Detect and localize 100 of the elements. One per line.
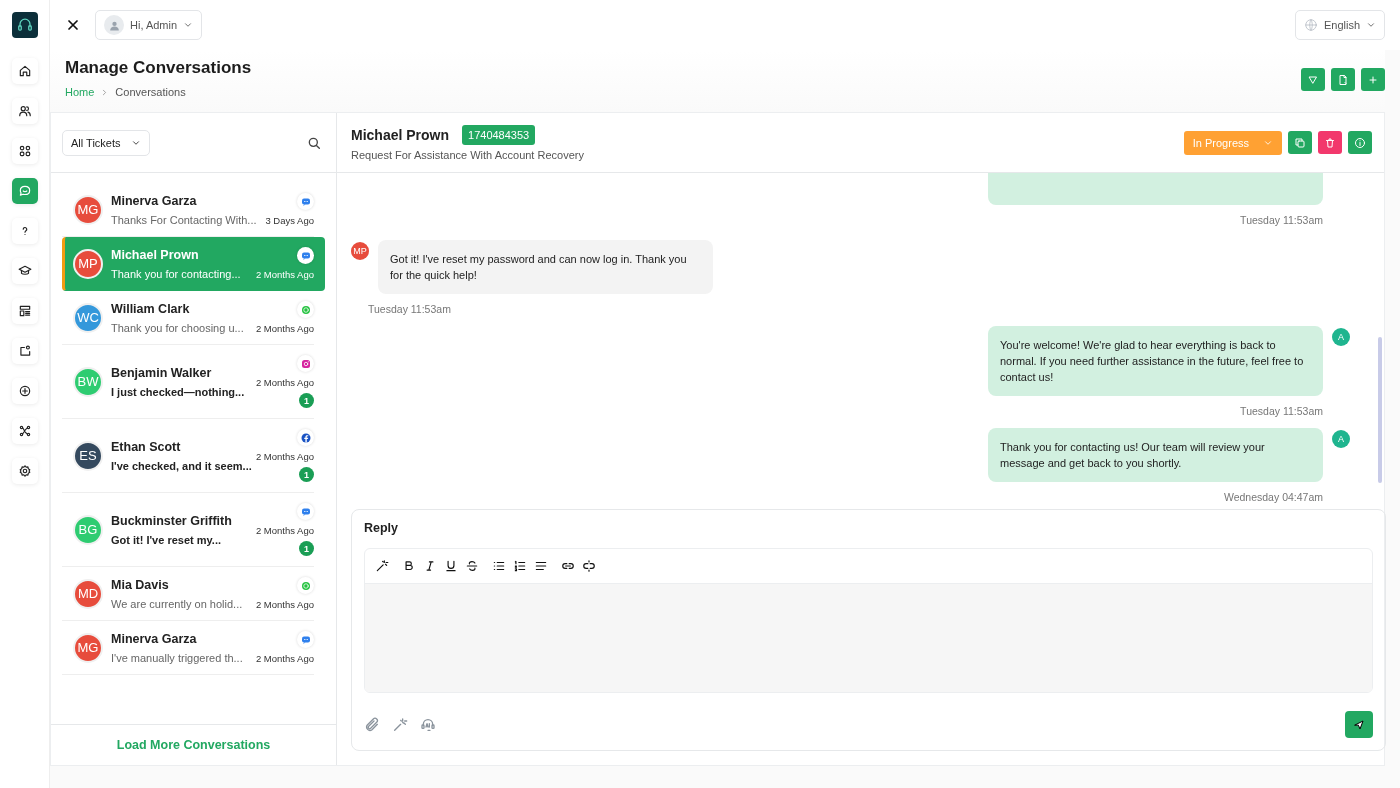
nav-graduation-cap-button[interactable]: [11, 258, 38, 284]
message-time: Tuesday 11:53am: [1240, 214, 1323, 226]
avatar: MP: [351, 242, 369, 260]
avatar: A: [1332, 328, 1350, 346]
paperclip-icon: [364, 716, 380, 733]
settings-icon: [17, 464, 32, 478]
nav-home-button[interactable]: [11, 58, 38, 84]
unread-count-badge: 1: [299, 467, 314, 482]
timestamp: 2 Months Ago: [255, 377, 314, 388]
bullet-list-icon: [492, 559, 506, 573]
message-preview: I've manually triggered th...: [111, 651, 244, 664]
nav-grid-button[interactable]: [11, 138, 38, 164]
unlink-button[interactable]: [580, 557, 598, 575]
timestamp: 2 Months Ago: [255, 653, 314, 664]
caret-icon: [183, 20, 194, 30]
user-menu-dropdown[interactable]: Hi, Admin: [95, 10, 203, 40]
underline-icon: [444, 559, 458, 573]
message-preview: Thank you for contacting...: [111, 267, 242, 280]
ticket-id-badge: 1740484353: [462, 124, 536, 145]
scrollbar-thumb[interactable]: [1378, 337, 1382, 483]
grid-icon: [17, 144, 32, 158]
timestamp: 2 Months Ago: [255, 599, 314, 610]
copy-icon: [1294, 136, 1306, 149]
magic-wand-icon: [375, 559, 389, 573]
unread-count-badge: 1: [299, 393, 314, 408]
filter-icon: [1307, 73, 1319, 86]
conversation-item[interactable]: MD Mia Davis We are currently on holid... 2 Months Ago: [62, 567, 314, 621]
info-icon: [1354, 136, 1366, 149]
timestamp: 2 Months Ago: [255, 451, 314, 462]
nav-chat-button[interactable]: [11, 178, 38, 204]
strikethrough-icon: [465, 559, 479, 573]
contact-name: Mia Davis: [111, 577, 170, 592]
language-dropdown[interactable]: English: [1294, 10, 1385, 40]
graduation-cap-icon: [17, 264, 32, 278]
globe-icon: [1303, 18, 1318, 32]
nav-nodes-button[interactable]: [11, 418, 38, 444]
page-title: Manage Conversations: [65, 58, 252, 78]
conversation-item[interactable]: BG Buckminster Griffith Got it! I've reset my... 2 Months Ago 1: [62, 493, 314, 567]
message-time: Tuesday 11:53am: [1240, 405, 1323, 417]
avatar: MG: [73, 632, 103, 663]
message-bubble: Thank you for contacting us! Our team will review your message and get back to you shortly.: [988, 428, 1323, 482]
timestamp: 2 Months Ago: [255, 269, 314, 280]
nav-add-circle-button[interactable]: [11, 378, 38, 404]
close-button[interactable]: [65, 17, 81, 33]
avatar: BG: [73, 514, 103, 545]
reply-title: Reply: [364, 521, 400, 535]
ai-assistant-button[interactable]: [420, 716, 436, 733]
nav-share-button[interactable]: [11, 338, 38, 364]
breadcrumb-current: Conversations: [115, 86, 186, 98]
whatsapp-icon: [299, 303, 312, 316]
magic-wand-icon: [392, 716, 408, 733]
delete-button[interactable]: [1318, 131, 1342, 154]
user-avatar-icon: [104, 15, 124, 35]
message-time: Wednesday 04:47am: [1223, 491, 1323, 503]
send-button[interactable]: [1345, 711, 1373, 738]
contact-name: Benjamin Walker: [111, 365, 213, 380]
contact-name: Michael Prown: [351, 126, 450, 143]
export-button[interactable]: [1331, 68, 1355, 91]
timestamp: 2 Months Ago: [255, 323, 314, 334]
align-left-icon: [534, 559, 548, 573]
add-circle-icon: [17, 384, 32, 398]
headset-icon: [420, 716, 436, 733]
contact-name: Ethan Scott: [111, 439, 182, 454]
logo-icon: [11, 12, 38, 38]
nav-settings-button[interactable]: [11, 458, 38, 484]
info-button[interactable]: [1348, 131, 1372, 154]
nav-layout-button[interactable]: [11, 298, 38, 324]
contact-name: Michael Prown: [111, 247, 200, 262]
numbered-list-icon: [513, 559, 527, 573]
conversation-item[interactable]: MG Minerva Garza I've manually triggered th... 2 Months Ago: [62, 621, 314, 675]
users-icon: [17, 104, 32, 118]
conversation-item[interactable]: WC William Clark Thank you for choosing u... 2 Months Ago: [62, 291, 314, 345]
contact-name: Buckminster Griffith: [111, 513, 233, 528]
trash-icon: [1324, 136, 1336, 149]
timestamp: 3 Days Ago: [265, 215, 314, 226]
message-preview: I just checked—nothing...: [111, 385, 246, 398]
attach-button[interactable]: [364, 716, 380, 733]
contact-name: Minerva Garza: [111, 631, 198, 646]
caret-icon: [1366, 20, 1376, 30]
magic-button[interactable]: [392, 716, 408, 733]
document-icon: [1337, 73, 1349, 86]
message-preview: Got it! I've reset my...: [111, 533, 222, 546]
timestamp: 2 Months Ago: [255, 525, 314, 536]
conversation-item[interactable]: ES Ethan Scott I've checked, and it seem... 2 Months Ago 1: [62, 419, 314, 493]
message-preview: Thanks For Contacting With...: [111, 213, 258, 226]
message-bubble: Got it! I've reset my password and can now log in. Thank you for the quick help!: [378, 240, 713, 294]
nodes-icon: [17, 424, 32, 438]
message-time: Tuesday 11:53am: [368, 303, 451, 315]
avatar: BW: [73, 366, 103, 397]
ticket-filter-dropdown[interactable]: All Tickets: [62, 129, 150, 156]
conversation-item[interactable]: MP Michael Prown Thank you for contacting... 2 Months Ago: [62, 237, 325, 291]
avatar: MD: [73, 578, 103, 609]
chat-icon: [17, 184, 32, 198]
close-icon: [65, 17, 81, 33]
send-icon: [1353, 718, 1365, 731]
nav-users-button[interactable]: [11, 98, 38, 124]
conversation-item[interactable]: BW Benjamin Walker I just checked—nothing... 2 Months Ago 1: [62, 345, 314, 419]
home-icon: [17, 64, 32, 78]
message-preview: Thank you for choosing u...: [111, 321, 245, 334]
share-icon: [17, 344, 32, 358]
